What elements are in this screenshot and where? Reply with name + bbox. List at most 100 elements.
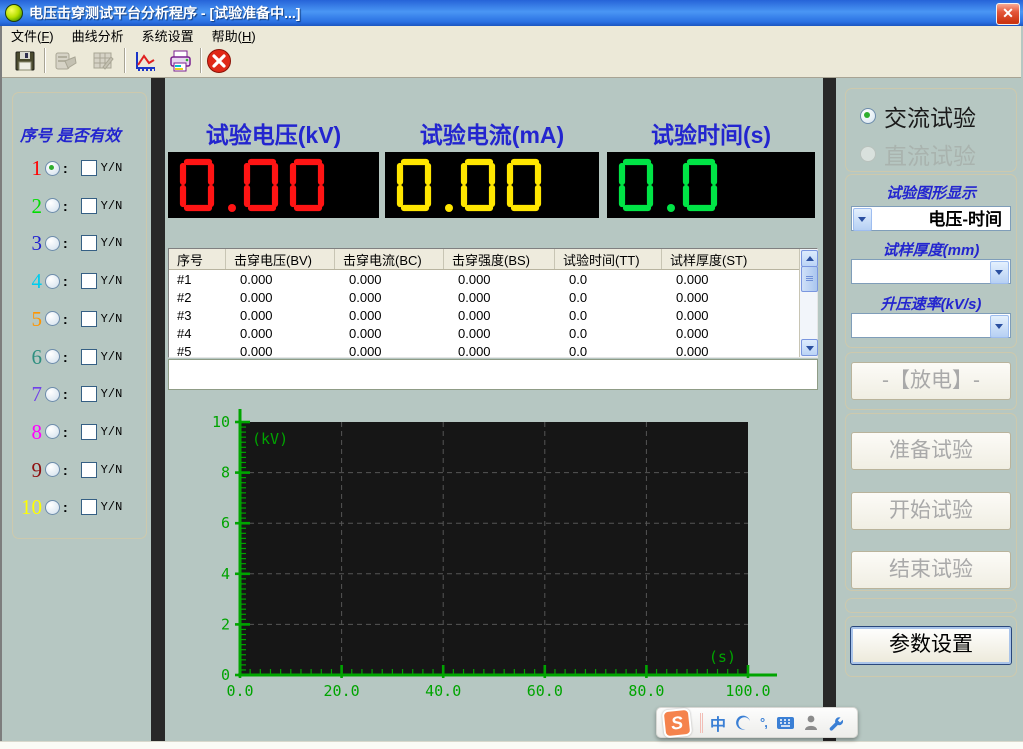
discharge-button[interactable]: -【放电】-: [851, 362, 1011, 400]
table-cell: 0.000: [662, 272, 800, 287]
panel-divider-right: [823, 78, 836, 741]
save-button[interactable]: [10, 47, 40, 75]
table-row[interactable]: #20.0000.0000.0000.00.000: [169, 288, 817, 306]
sample-valid-checkbox[interactable]: [81, 198, 97, 214]
close-button[interactable]: ✕: [996, 3, 1020, 25]
toolbar-separator: [124, 48, 125, 73]
thickness-label: 试样厚度(mm): [845, 239, 1017, 260]
ac-test-option[interactable]: 交流试验: [860, 99, 976, 133]
sample-valid-checkbox[interactable]: [81, 160, 97, 176]
sample-row: 3: Y/N: [16, 230, 141, 256]
sample-row: 7:Y/N: [16, 381, 141, 407]
table-column-header[interactable]: 击穿强度(BS): [444, 249, 555, 269]
yn-label: Y/N: [101, 161, 123, 175]
table-cell: 0.0: [555, 290, 662, 305]
wrench-icon[interactable]: [827, 715, 843, 731]
table-column-header[interactable]: 试样厚度(ST): [662, 249, 800, 269]
stop-test-button[interactable]: 结束试验: [851, 551, 1011, 589]
graph-display-value: 电压-时间: [928, 207, 1002, 232]
curve-analysis-button[interactable]: [130, 47, 160, 75]
colon: :: [63, 462, 68, 478]
report-icon: [52, 49, 78, 73]
chinese-mode-icon[interactable]: 中: [710, 711, 726, 735]
table-column-header[interactable]: 击穿电压(BV): [226, 249, 335, 269]
table-scrollbar[interactable]: [799, 249, 817, 357]
ime-toolbar[interactable]: S 中 °,: [656, 707, 858, 738]
scrollbar-thumb[interactable]: [801, 266, 818, 292]
sample-select-radio[interactable]: [45, 274, 60, 289]
dc-test-option[interactable]: 直流试验: [860, 137, 976, 171]
sample-select-radio[interactable]: [45, 161, 60, 176]
sample-row: 8:Y/N: [16, 419, 141, 445]
toolbar-separator: [200, 48, 201, 73]
current-display-label: 试验电流(mA): [385, 116, 599, 146]
colon: :: [63, 235, 68, 251]
start-test-button[interactable]: 开始试验: [851, 492, 1011, 530]
exit-button[interactable]: [204, 47, 234, 75]
report-button[interactable]: [50, 47, 80, 75]
table-cell: 0.0: [555, 326, 662, 341]
table-cell: #1: [169, 272, 226, 287]
table-cell: 0.0: [555, 272, 662, 287]
yn-label: Y/N: [101, 387, 123, 401]
yn-label: Y/N: [101, 236, 123, 250]
punctuation-icon[interactable]: °,: [760, 715, 767, 730]
menu-item[interactable]: 曲线分析: [63, 25, 133, 46]
exit-icon: [206, 48, 232, 74]
table-cell: 0.000: [335, 308, 444, 323]
sample-valid-checkbox[interactable]: [81, 273, 97, 289]
colon: :: [63, 273, 68, 289]
svg-text:40.0: 40.0: [425, 682, 461, 700]
sample-select-radio[interactable]: [45, 424, 60, 439]
sample-select-radio[interactable]: [45, 236, 60, 251]
sample-valid-checkbox[interactable]: [81, 424, 97, 440]
sogou-logo-icon[interactable]: S: [662, 707, 693, 738]
sample-select-radio[interactable]: [45, 500, 60, 515]
chevron-down-icon[interactable]: [990, 261, 1009, 284]
print-button[interactable]: [166, 47, 196, 75]
table-row[interactable]: #10.0000.0000.0000.00.000: [169, 270, 817, 288]
sample-select-radio[interactable]: [45, 349, 60, 364]
table-row[interactable]: #30.0000.0000.0000.00.000: [169, 306, 817, 324]
scroll-up-button[interactable]: [801, 250, 818, 267]
sample-valid-checkbox[interactable]: [81, 311, 97, 327]
table-cell: 0.000: [335, 272, 444, 287]
graph-display-combobox[interactable]: 电压-时间: [851, 206, 1011, 231]
dc-test-radio[interactable]: [860, 146, 876, 162]
table-cell: 0.000: [444, 272, 555, 287]
sample-valid-checkbox[interactable]: [81, 386, 97, 402]
ac-test-radio[interactable]: [860, 108, 876, 124]
data-table-button[interactable]: [88, 47, 118, 75]
table-column-header[interactable]: 击穿电流(BC): [335, 249, 444, 269]
table-column-header[interactable]: 序号: [169, 249, 226, 269]
sample-select-radio[interactable]: [45, 198, 60, 213]
ramp-rate-combobox[interactable]: [851, 313, 1011, 338]
scroll-down-button[interactable]: [801, 339, 818, 356]
sample-valid-checkbox[interactable]: [81, 235, 97, 251]
sample-select-radio[interactable]: [45, 387, 60, 402]
menu-item[interactable]: 帮助(H): [203, 25, 265, 46]
sample-valid-checkbox[interactable]: [81, 462, 97, 478]
sample-number: 3: [16, 232, 42, 254]
menu-item[interactable]: 系统设置: [133, 25, 203, 46]
table-column-header[interactable]: 试验时间(TT): [555, 249, 662, 269]
menu-item[interactable]: 文件(F): [2, 25, 63, 46]
table-row[interactable]: #50.0000.0000.0000.00.000: [169, 342, 817, 360]
table-row[interactable]: #40.0000.0000.0000.00.000: [169, 324, 817, 342]
sample-valid-checkbox[interactable]: [81, 499, 97, 515]
sample-select-radio[interactable]: [45, 311, 60, 326]
prepare-test-button[interactable]: 准备试验: [851, 432, 1011, 470]
chevron-down-icon[interactable]: [990, 315, 1009, 338]
sample-header: 序号 是否有效: [20, 122, 140, 146]
user-icon[interactable]: [804, 715, 818, 730]
svg-text:100.0: 100.0: [725, 682, 770, 700]
chevron-down-icon[interactable]: [853, 208, 872, 231]
moon-icon[interactable]: [735, 715, 751, 731]
sample-valid-checkbox[interactable]: [81, 349, 97, 365]
parameter-settings-button[interactable]: 参数设置: [850, 626, 1012, 665]
table-cell: 0.000: [444, 344, 555, 359]
thickness-combobox[interactable]: [851, 259, 1011, 284]
keyboard-icon[interactable]: [776, 716, 795, 730]
table-cell: 0.000: [662, 290, 800, 305]
sample-select-radio[interactable]: [45, 462, 60, 477]
